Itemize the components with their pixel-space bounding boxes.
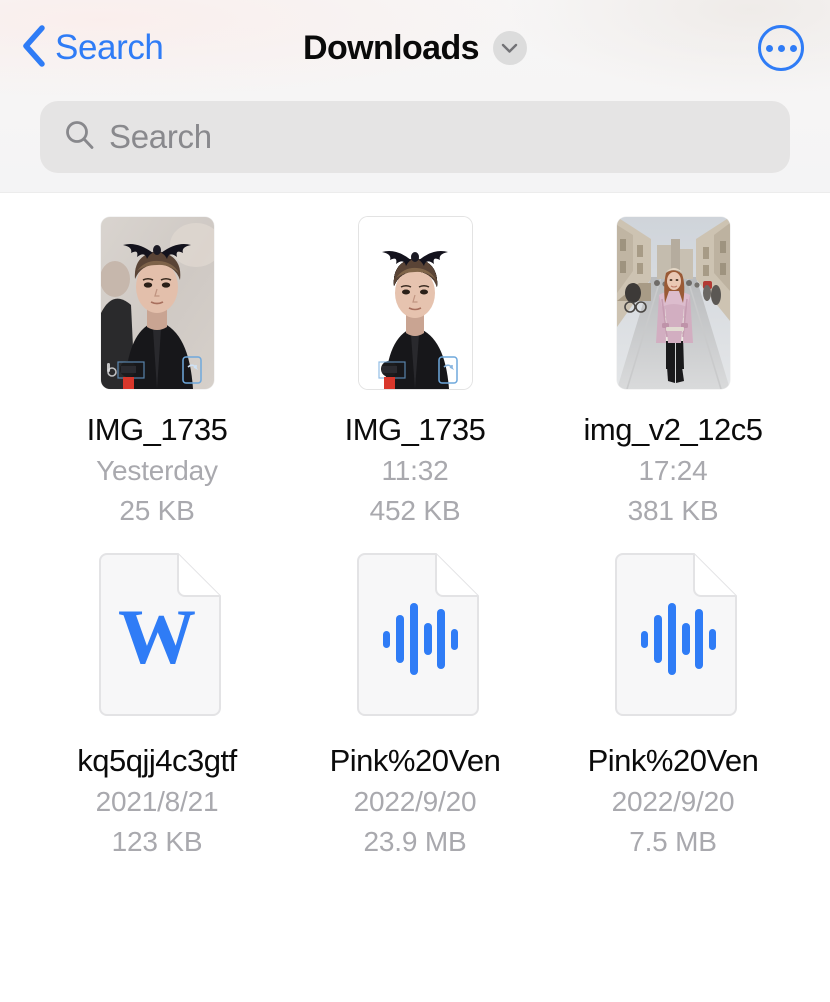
more-options-button[interactable] <box>758 25 804 71</box>
file-item[interactable]: IMG_1735 11:32 452 KB <box>286 213 544 532</box>
file-size: 23.9 MB <box>363 826 467 858</box>
chevron-down-icon[interactable] <box>492 31 527 65</box>
svg-text:W: W <box>118 593 196 680</box>
search-placeholder: Search <box>109 118 212 155</box>
file-date: 2022/9/20 <box>353 785 477 817</box>
file-thumbnail <box>610 544 737 724</box>
file-date: 11:32 <box>381 454 449 486</box>
file-grid: IMG_1735 Yesterday 25 KB IMG_1735 11:32 … <box>0 193 830 863</box>
file-name: kq5qjj4c3gtf <box>77 743 237 779</box>
photo-portrait-bat-wings-icon <box>100 217 214 389</box>
file-item[interactable]: W kq5qjj4c3gtf 2021/8/21 123 KB <box>28 544 286 863</box>
search-icon <box>64 119 95 155</box>
file-date: 2022/9/20 <box>611 785 735 817</box>
page-title: Downloads <box>303 28 480 67</box>
title-group: Downloads <box>0 29 830 68</box>
file-thumbnail <box>352 544 479 724</box>
file-item[interactable]: Pink%20Ven 2022/9/20 23.9 MB <box>286 544 544 863</box>
navigation-bar: Search Downloads <box>0 0 830 96</box>
file-size: 123 KB <box>111 826 203 858</box>
ellipsis-dot-icon <box>789 44 797 52</box>
file-name: img_v2_12c5 <box>583 412 763 447</box>
file-item[interactable]: IMG_1735 Yesterday 25 KB <box>28 213 286 532</box>
word-document-icon: W <box>98 552 221 716</box>
file-name: Pink%20Ven <box>329 743 501 779</box>
search-input[interactable]: Search <box>40 101 790 173</box>
photo-portrait-bat-wings-white-bg-icon <box>358 217 472 389</box>
file-name: IMG_1735 <box>344 412 486 447</box>
file-date: Yesterday <box>96 454 218 486</box>
file-size: 25 KB <box>119 495 195 527</box>
file-name: IMG_1735 <box>86 412 228 447</box>
file-size: 452 KB <box>369 495 461 527</box>
file-date: 2021/8/21 <box>95 785 219 817</box>
file-thumbnail <box>358 213 472 393</box>
file-thumbnail <box>616 213 730 393</box>
audio-waveform-icon <box>614 552 737 716</box>
ellipsis-dot-icon <box>777 44 785 52</box>
file-item[interactable]: Pink%20Ven 2022/9/20 7.5 MB <box>544 544 802 863</box>
file-name: Pink%20Ven <box>587 743 759 779</box>
file-date: 17:24 <box>638 454 708 486</box>
file-thumbnail: W <box>94 544 221 724</box>
file-size: 381 KB <box>627 495 719 527</box>
photo-woman-pink-coat-street-icon <box>616 217 730 389</box>
navigation-header: Search Downloads Search <box>0 0 830 193</box>
file-item[interactable]: img_v2_12c5 17:24 381 KB <box>544 213 802 532</box>
file-size: 7.5 MB <box>629 826 717 858</box>
file-thumbnail <box>100 213 214 393</box>
ellipsis-dot-icon <box>765 44 773 52</box>
audio-waveform-icon <box>356 552 479 716</box>
